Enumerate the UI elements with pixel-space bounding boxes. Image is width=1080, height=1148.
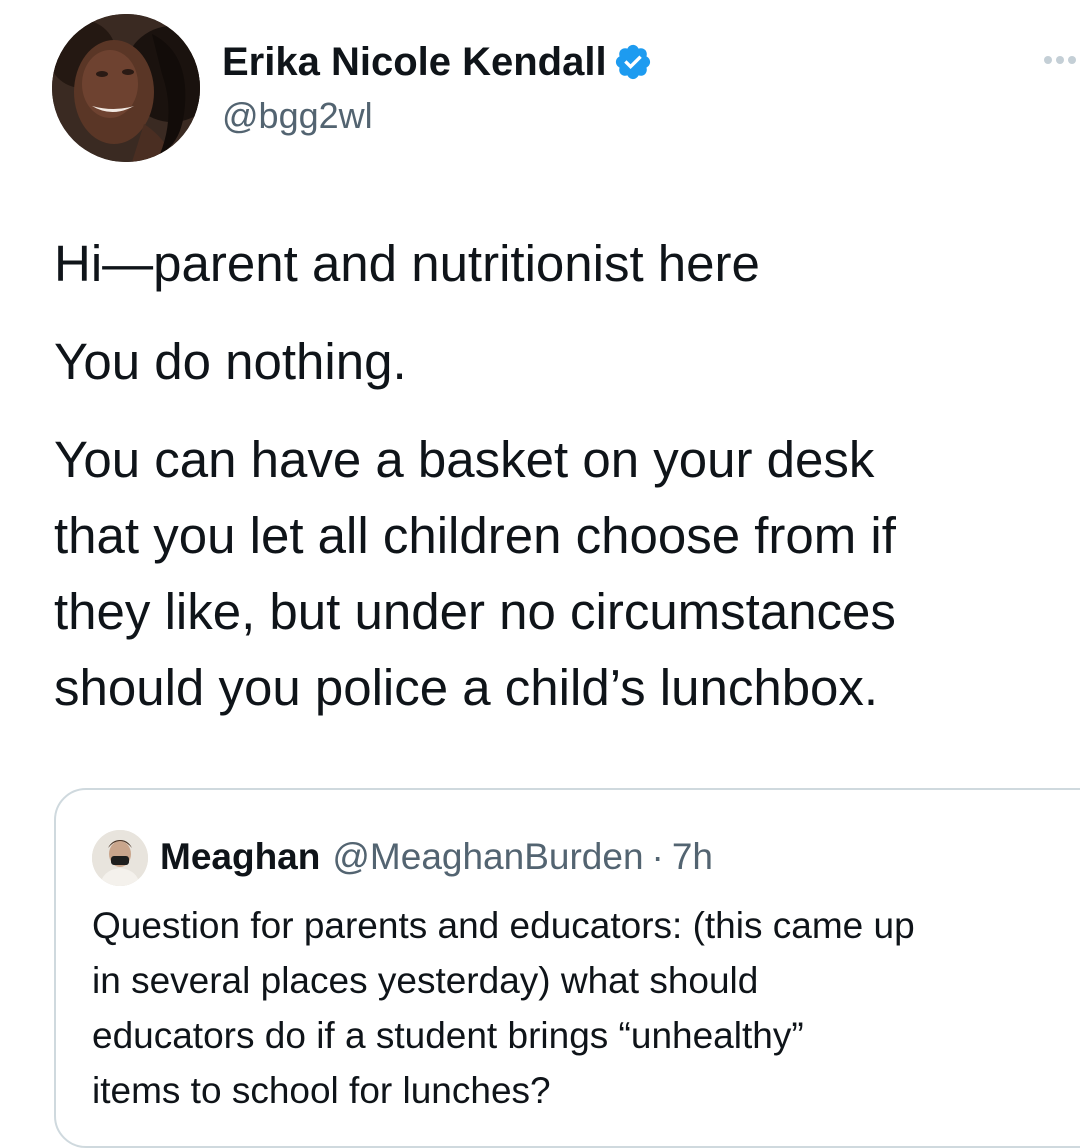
quoted-display-name[interactable]: Meaghan [160, 834, 320, 880]
quoted-handle[interactable]: @MeaghanBurden [332, 834, 643, 880]
author-avatar-image [52, 14, 200, 162]
quoted-author-avatar[interactable] [92, 830, 148, 886]
tweet-text: Hi—parent and nutritionist here You do n… [54, 226, 1064, 726]
separator-dot: · [651, 836, 664, 877]
author-avatar[interactable] [52, 14, 200, 162]
author-name-row: Erika Nicole Kendall [222, 38, 653, 86]
tweet-paragraph-3: You can have a basket on your desk that … [54, 431, 896, 716]
quoted-author-avatar-image [92, 830, 148, 886]
quoted-tweet-card[interactable]: Meaghan @MeaghanBurden · 7h Question for… [54, 788, 1080, 1148]
tweet-paragraph-1: Hi—parent and nutritionist here [54, 235, 760, 292]
quoted-tweet-text: Question for parents and educators: (thi… [92, 905, 915, 1111]
quoted-timestamp[interactable]: 7h [672, 834, 713, 880]
tweet-paragraph-2: You do nothing. [54, 333, 407, 390]
author-display-name[interactable]: Erika Nicole Kendall [222, 38, 607, 86]
quoted-tweet-header: Meaghan @MeaghanBurden · 7h [160, 834, 713, 880]
more-horizontal-icon[interactable] [1040, 52, 1080, 68]
verified-badge-icon [613, 42, 653, 82]
author-handle[interactable]: @bgg2wl [222, 94, 373, 138]
